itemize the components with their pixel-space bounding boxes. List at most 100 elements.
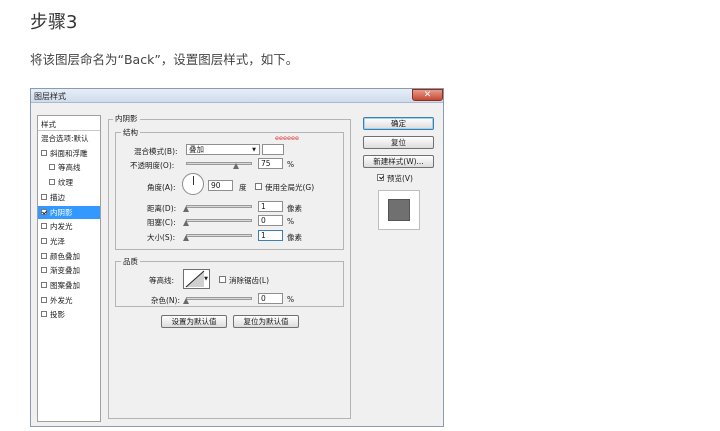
size-slider-track[interactable] [186, 234, 252, 237]
style-item[interactable]: 描边 [38, 191, 100, 204]
style-item-label: 内阴影 [50, 207, 73, 217]
style-item-label: 内发光 [50, 222, 73, 232]
new-style-button[interactable]: 新建样式(W)... [363, 155, 434, 168]
style-item-checkbox[interactable] [41, 208, 47, 215]
size-unit: 像素 [287, 233, 302, 242]
antialias-label: 消除锯齿(L) [229, 276, 270, 285]
noise-unit: % [287, 295, 295, 304]
angle-unit: 度 [239, 183, 247, 192]
style-item[interactable]: 渐变叠加 [38, 264, 100, 277]
style-item-checkbox[interactable] [41, 193, 47, 200]
style-item[interactable]: 外发光 [38, 294, 100, 307]
opacity-slider-thumb[interactable] [232, 163, 239, 169]
layer-style-dialog: 图层样式 ✕ 样式 混合选项:默认 斜面和浮雕 等高线 纹理 描边 内阴影 内发光 光泽 颜色叠… [30, 88, 444, 427]
style-item-label: 颜色叠加 [50, 251, 80, 261]
size-label: 大小(S): [147, 233, 176, 242]
blend-mode-label: 混合模式(B): [134, 147, 178, 156]
distance-input[interactable]: 1 [258, 201, 283, 212]
style-preview-box [378, 190, 420, 230]
opacity-label: 不透明度(O): [130, 161, 175, 170]
size-input[interactable]: 1 [258, 230, 283, 241]
chevron-down-icon: ▼ [252, 147, 256, 153]
style-item-checkbox[interactable] [41, 149, 47, 156]
style-item[interactable]: 内阴影 [38, 205, 100, 219]
style-item-checkbox[interactable] [41, 296, 47, 303]
ok-button[interactable]: 确定 [363, 117, 434, 130]
style-preview-swatch [388, 199, 410, 221]
global-light-checkbox[interactable] [255, 183, 262, 190]
color-hex-label: eeeeee [275, 134, 299, 142]
choke-slider-track[interactable] [186, 219, 252, 222]
quality-title: 品质 [121, 256, 140, 267]
style-item-label: 渐变叠加 [50, 266, 80, 276]
style-item-checkbox[interactable] [41, 252, 47, 259]
blend-mode-select[interactable]: 叠加 ▼ [186, 144, 260, 155]
style-item-checkbox[interactable] [49, 164, 55, 171]
opacity-unit: % [287, 160, 295, 169]
distance-slider-track[interactable] [186, 205, 252, 208]
close-button[interactable]: ✕ [412, 89, 443, 101]
angle-dial[interactable] [182, 173, 204, 195]
contour-curve-icon [185, 270, 205, 288]
blend-mode-value: 叠加 [189, 145, 204, 154]
inner-shadow-title: 内阴影 [113, 113, 140, 124]
style-item-checkbox[interactable] [41, 223, 47, 230]
style-item[interactable]: 斜面和浮雕 [38, 147, 100, 160]
step-instruction: 将该图层命名为“Back”，设置图层样式，如下。 [30, 52, 299, 67]
preview-checkbox[interactable] [377, 174, 384, 181]
styles-header: 样式 [41, 120, 56, 129]
shadow-color-swatch[interactable] [262, 144, 284, 155]
style-item-label: 混合选项:默认 [41, 134, 89, 143]
style-item[interactable]: 光泽 [38, 235, 100, 248]
distance-label: 距离(D): [147, 204, 177, 213]
style-item[interactable]: 图案叠加 [38, 279, 100, 292]
styles-divider [38, 130, 100, 131]
style-item-checkbox[interactable] [49, 179, 55, 186]
style-item-label: 等高线 [58, 163, 81, 173]
style-item-checkbox[interactable] [41, 311, 47, 318]
style-item-label: 描边 [50, 192, 65, 202]
dialog-title: 图层样式 [34, 92, 66, 101]
style-item[interactable]: 纹理 [38, 176, 100, 189]
choke-input[interactable]: 0 [258, 215, 283, 226]
style-list: 样式 混合选项:默认斜面和浮雕等高线纹理描边内阴影内发光光泽颜色叠加渐变叠加图案… [37, 115, 101, 422]
angle-input[interactable]: 90 [208, 180, 233, 191]
antialias-checkbox[interactable] [219, 276, 226, 283]
opacity-input[interactable]: 75 [258, 158, 283, 169]
style-item-checkbox[interactable] [41, 282, 47, 288]
style-item-checkbox[interactable] [41, 237, 47, 244]
style-item-label: 图案叠加 [50, 281, 80, 290]
make-default-button[interactable]: 设置为默认值 [161, 315, 227, 328]
style-item[interactable]: 内发光 [38, 220, 100, 233]
style-item-label: 外发光 [50, 295, 73, 305]
global-light-label: 使用全局光(G) [265, 183, 315, 192]
reset-default-button[interactable]: 复位为默认值 [233, 315, 299, 328]
contour-chevron-down-icon: ▼ [204, 276, 208, 282]
style-item[interactable]: 混合选项:默认 [38, 132, 100, 145]
choke-label: 阻塞(C): [147, 218, 176, 227]
style-item-label: 光泽 [50, 236, 65, 246]
noise-slider-thumb[interactable] [183, 298, 189, 304]
contour-picker[interactable]: ▼ [183, 269, 210, 289]
choke-slider-thumb[interactable] [183, 220, 189, 226]
noise-slider-track[interactable] [186, 297, 252, 300]
dialog-titlebar: 图层样式 ✕ [31, 89, 443, 103]
close-icon: ✕ [423, 90, 432, 100]
preview-label: 预览(V) [387, 174, 413, 183]
size-slider-thumb[interactable] [183, 235, 189, 241]
angle-dial-needle [193, 176, 194, 185]
distance-slider-thumb[interactable] [183, 206, 189, 212]
cancel-button[interactable]: 复位 [363, 136, 434, 149]
structure-title: 结构 [121, 127, 140, 138]
angle-label: 角度(A): [147, 183, 176, 192]
contour-label: 等高线: [149, 276, 175, 285]
style-item[interactable]: 投影 [38, 308, 100, 321]
step-title: 步骤3 [30, 12, 78, 33]
noise-input[interactable]: 0 [258, 293, 283, 304]
style-item-checkbox[interactable] [41, 267, 47, 274]
noise-label: 杂色(N): [151, 296, 180, 305]
opacity-slider-track[interactable] [186, 162, 252, 165]
style-item-label: 纹理 [58, 178, 73, 188]
style-item[interactable]: 颜色叠加 [38, 250, 100, 263]
style-item[interactable]: 等高线 [38, 161, 100, 174]
